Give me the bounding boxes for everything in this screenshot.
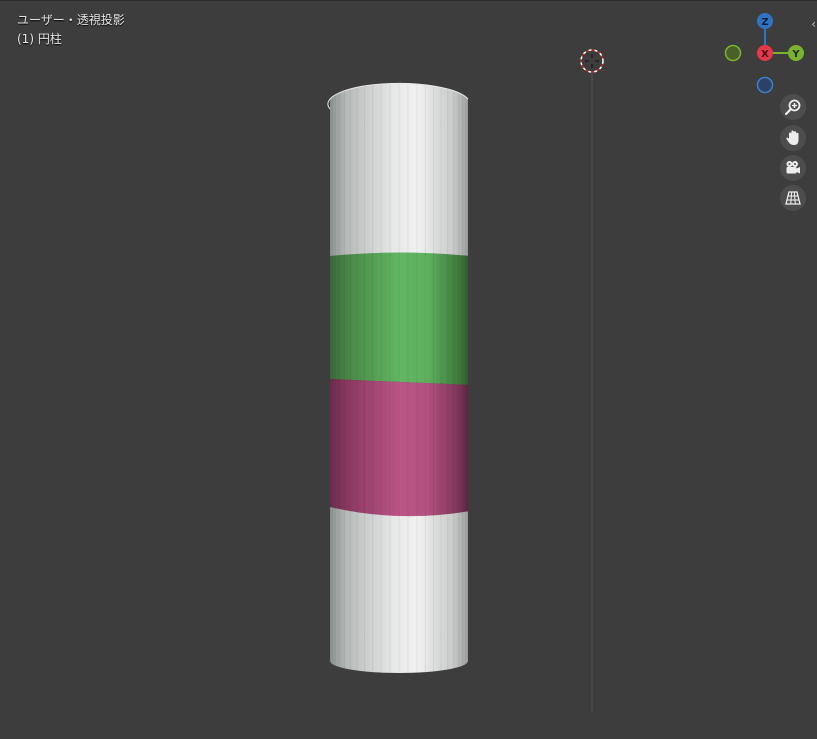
band-magenta xyxy=(330,379,468,517)
camera-view-button[interactable] xyxy=(780,155,806,181)
cylinder-object[interactable] xyxy=(327,81,470,681)
pan-button[interactable] xyxy=(780,125,806,151)
band-green xyxy=(330,252,468,385)
x-axis-label: X xyxy=(761,49,769,60)
perspective-grid-icon xyxy=(785,191,801,205)
zoom-icon xyxy=(784,99,801,116)
sidebar-collapse-arrow-icon[interactable]: ‹ xyxy=(811,17,816,31)
y-axis-label: Y xyxy=(791,49,800,60)
perspective-toggle-button[interactable] xyxy=(780,185,806,211)
scene-canvas[interactable] xyxy=(0,1,817,739)
zoom-button[interactable] xyxy=(780,94,806,120)
z-axis-label: Z xyxy=(761,17,768,28)
view-perspective-label: ユーザー・透視投影 xyxy=(17,13,125,27)
band-bottom-white xyxy=(330,507,468,674)
neg-y-axis-handle[interactable] xyxy=(724,44,742,62)
navigation-gizmo[interactable]: Z Y X xyxy=(720,9,816,99)
camera-icon xyxy=(786,161,800,174)
3d-viewport[interactable]: ユーザー・透視投影 (1) 円柱 Z Y X ‹ xyxy=(0,0,817,738)
band-top-white xyxy=(330,83,468,266)
active-object-label: (1) 円柱 xyxy=(17,32,62,46)
neg-z-axis-handle[interactable] xyxy=(756,76,774,94)
hand-pan-icon xyxy=(786,130,799,145)
3d-cursor-icon[interactable] xyxy=(580,49,604,73)
